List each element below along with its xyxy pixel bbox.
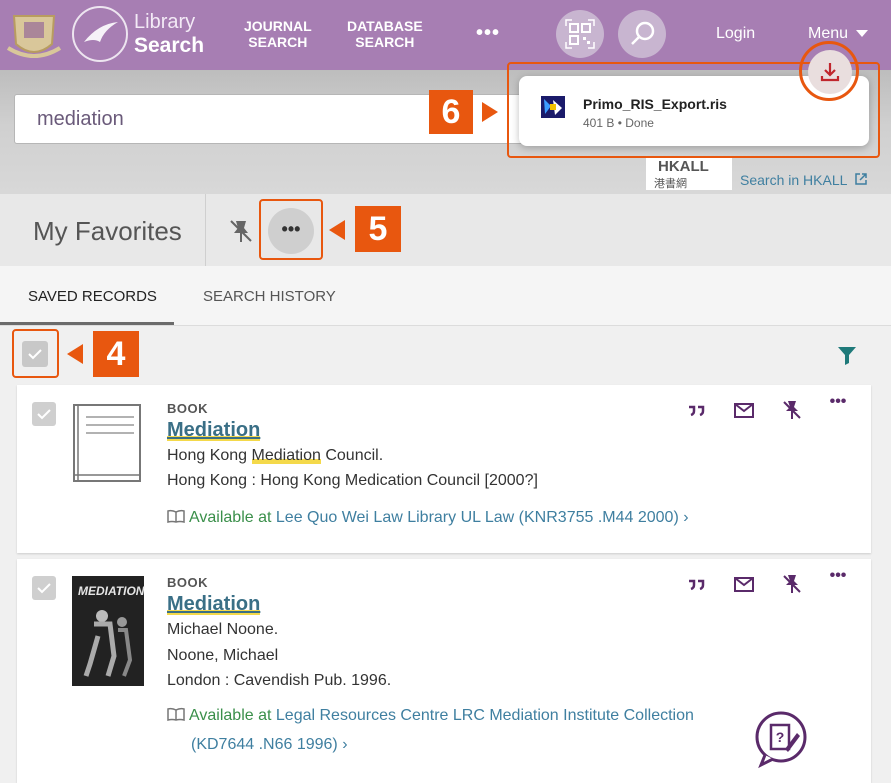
nav-label: DATABASE bbox=[347, 18, 423, 34]
caret-down-icon bbox=[856, 30, 869, 38]
unpin-icon[interactable] bbox=[781, 573, 803, 595]
email-icon[interactable] bbox=[733, 399, 755, 421]
callout-badge-5: 5 bbox=[355, 206, 401, 252]
library-logo-icon[interactable] bbox=[72, 6, 128, 62]
open-book-icon bbox=[167, 509, 185, 523]
brand-title[interactable]: Library Search bbox=[134, 10, 204, 58]
record-card: MEDIATION BOOK Mediation Michael Noone. … bbox=[17, 559, 871, 783]
record-type: BOOK bbox=[167, 575, 208, 590]
availability-status[interactable]: Available at Legal Resources Centre LRC … bbox=[167, 707, 694, 725]
record-checkbox[interactable] bbox=[32, 402, 56, 426]
search-button[interactable] bbox=[618, 10, 666, 58]
university-crest-icon[interactable] bbox=[4, 4, 64, 64]
record-actions: ••• bbox=[685, 393, 855, 423]
top-header: Library Search JOURNAL SEARCH DATABASE S… bbox=[0, 0, 891, 70]
downloads-button[interactable] bbox=[808, 50, 852, 94]
availability-prefix: Available at bbox=[189, 707, 272, 724]
hkall-logo-chinese: 港書網 bbox=[654, 178, 687, 190]
svg-text:?: ? bbox=[776, 729, 785, 745]
menu-button[interactable]: Menu bbox=[808, 25, 869, 43]
callout-arrow-4 bbox=[67, 344, 83, 364]
tab-bar: SAVED RECORDS SEARCH HISTORY bbox=[0, 266, 891, 326]
record-more-button[interactable]: ••• bbox=[827, 567, 849, 589]
record-publication: London : Cavendish Pub. 1996. bbox=[167, 672, 392, 689]
email-icon[interactable] bbox=[733, 573, 755, 595]
library-location: Lee Quo Wei Law Library UL Law (KNR3755 … bbox=[275, 509, 679, 526]
record-publication: Hong Kong : Hong Kong Medication Council… bbox=[167, 472, 538, 489]
hkall-logo[interactable]: HKALL 港書網 bbox=[646, 158, 732, 190]
download-icon bbox=[820, 63, 840, 82]
nav-more-button[interactable]: ••• bbox=[476, 22, 500, 45]
nav-journal-search[interactable]: JOURNAL SEARCH bbox=[244, 18, 312, 50]
divider bbox=[205, 194, 206, 266]
checkmark-icon bbox=[37, 409, 51, 420]
callout-arrow-5 bbox=[329, 220, 345, 240]
nav-label: JOURNAL bbox=[244, 18, 312, 34]
record-type: BOOK bbox=[167, 401, 208, 416]
availability-callnumber[interactable]: (KD7644 .N66 1996) › bbox=[191, 736, 348, 754]
brand-line2: Search bbox=[134, 34, 205, 57]
callout-arrow-6 bbox=[482, 102, 498, 122]
nav-label: SEARCH bbox=[355, 34, 415, 50]
nav-label: SEARCH bbox=[248, 34, 308, 50]
unpin-icon[interactable] bbox=[781, 399, 803, 421]
checkmark-icon bbox=[37, 583, 51, 594]
chevron-right-icon: › bbox=[683, 509, 689, 526]
book-icon[interactable] bbox=[72, 403, 144, 485]
brand-line1: Library bbox=[134, 11, 196, 33]
callout-badge-6: 6 bbox=[429, 90, 473, 134]
chat-help-icon[interactable]: ? bbox=[751, 709, 811, 769]
library-location: Legal Resources Centre LRC Mediation Ins… bbox=[275, 707, 694, 724]
callout-highlight-4 bbox=[12, 329, 59, 378]
record-author-alt: Noone, Michael bbox=[167, 647, 279, 664]
availability-prefix: Available at bbox=[189, 509, 272, 526]
availability-status[interactable]: Available at Lee Quo Wei Law Library UL … bbox=[167, 509, 689, 527]
author-text: Hong Kong bbox=[167, 447, 252, 464]
open-book-icon bbox=[167, 707, 185, 721]
record-card: BOOK Mediation Hong Kong Mediation Counc… bbox=[17, 385, 871, 553]
citation-quote-icon[interactable] bbox=[685, 573, 707, 595]
record-actions: ••• bbox=[685, 567, 855, 597]
external-link-icon bbox=[855, 173, 867, 185]
record-title-text: Mediation bbox=[167, 419, 261, 441]
record-more-button[interactable]: ••• bbox=[827, 393, 849, 415]
callout-badge-4: 4 bbox=[93, 331, 139, 377]
citation-quote-icon[interactable] bbox=[685, 399, 707, 421]
bird-icon bbox=[84, 22, 118, 42]
favorites-bar: My Favorites ••• bbox=[0, 194, 891, 266]
unpin-icon[interactable] bbox=[228, 218, 254, 244]
tab-search-history[interactable]: SEARCH HISTORY bbox=[203, 288, 336, 305]
book-cover-image[interactable]: MEDIATION bbox=[72, 576, 144, 686]
record-title-text: Mediation bbox=[167, 593, 261, 615]
search-in-hkall-link[interactable]: Search in HKALL bbox=[740, 172, 868, 188]
chevron-right-icon: › bbox=[342, 736, 348, 753]
author-highlight: Mediation bbox=[251, 447, 321, 464]
cover-title: MEDIATION bbox=[78, 584, 145, 598]
qr-code-icon bbox=[565, 19, 595, 49]
author-text: Council. bbox=[320, 447, 384, 464]
record-title[interactable]: Mediation bbox=[167, 419, 261, 442]
record-title[interactable]: Mediation bbox=[167, 593, 261, 616]
qr-code-button[interactable] bbox=[556, 10, 604, 58]
record-checkbox[interactable] bbox=[32, 576, 56, 600]
record-author: Michael Noone. bbox=[167, 621, 279, 638]
search-icon bbox=[631, 21, 655, 45]
filter-icon[interactable] bbox=[836, 344, 858, 366]
call-number: (KD7644 .N66 1996) bbox=[191, 736, 338, 753]
login-link[interactable]: Login bbox=[716, 25, 755, 43]
hkall-link-label: Search in HKALL bbox=[740, 172, 847, 188]
callout-highlight-5 bbox=[259, 199, 323, 260]
menu-label: Menu bbox=[808, 25, 849, 42]
active-tab-indicator bbox=[0, 322, 174, 325]
page-title: My Favorites bbox=[33, 216, 182, 246]
hkall-logo-text: HKALL bbox=[658, 158, 709, 175]
nav-database-search[interactable]: DATABASE SEARCH bbox=[347, 18, 423, 50]
record-author: Hong Kong Mediation Council. bbox=[167, 447, 383, 465]
tab-saved-records[interactable]: SAVED RECORDS bbox=[28, 288, 157, 305]
